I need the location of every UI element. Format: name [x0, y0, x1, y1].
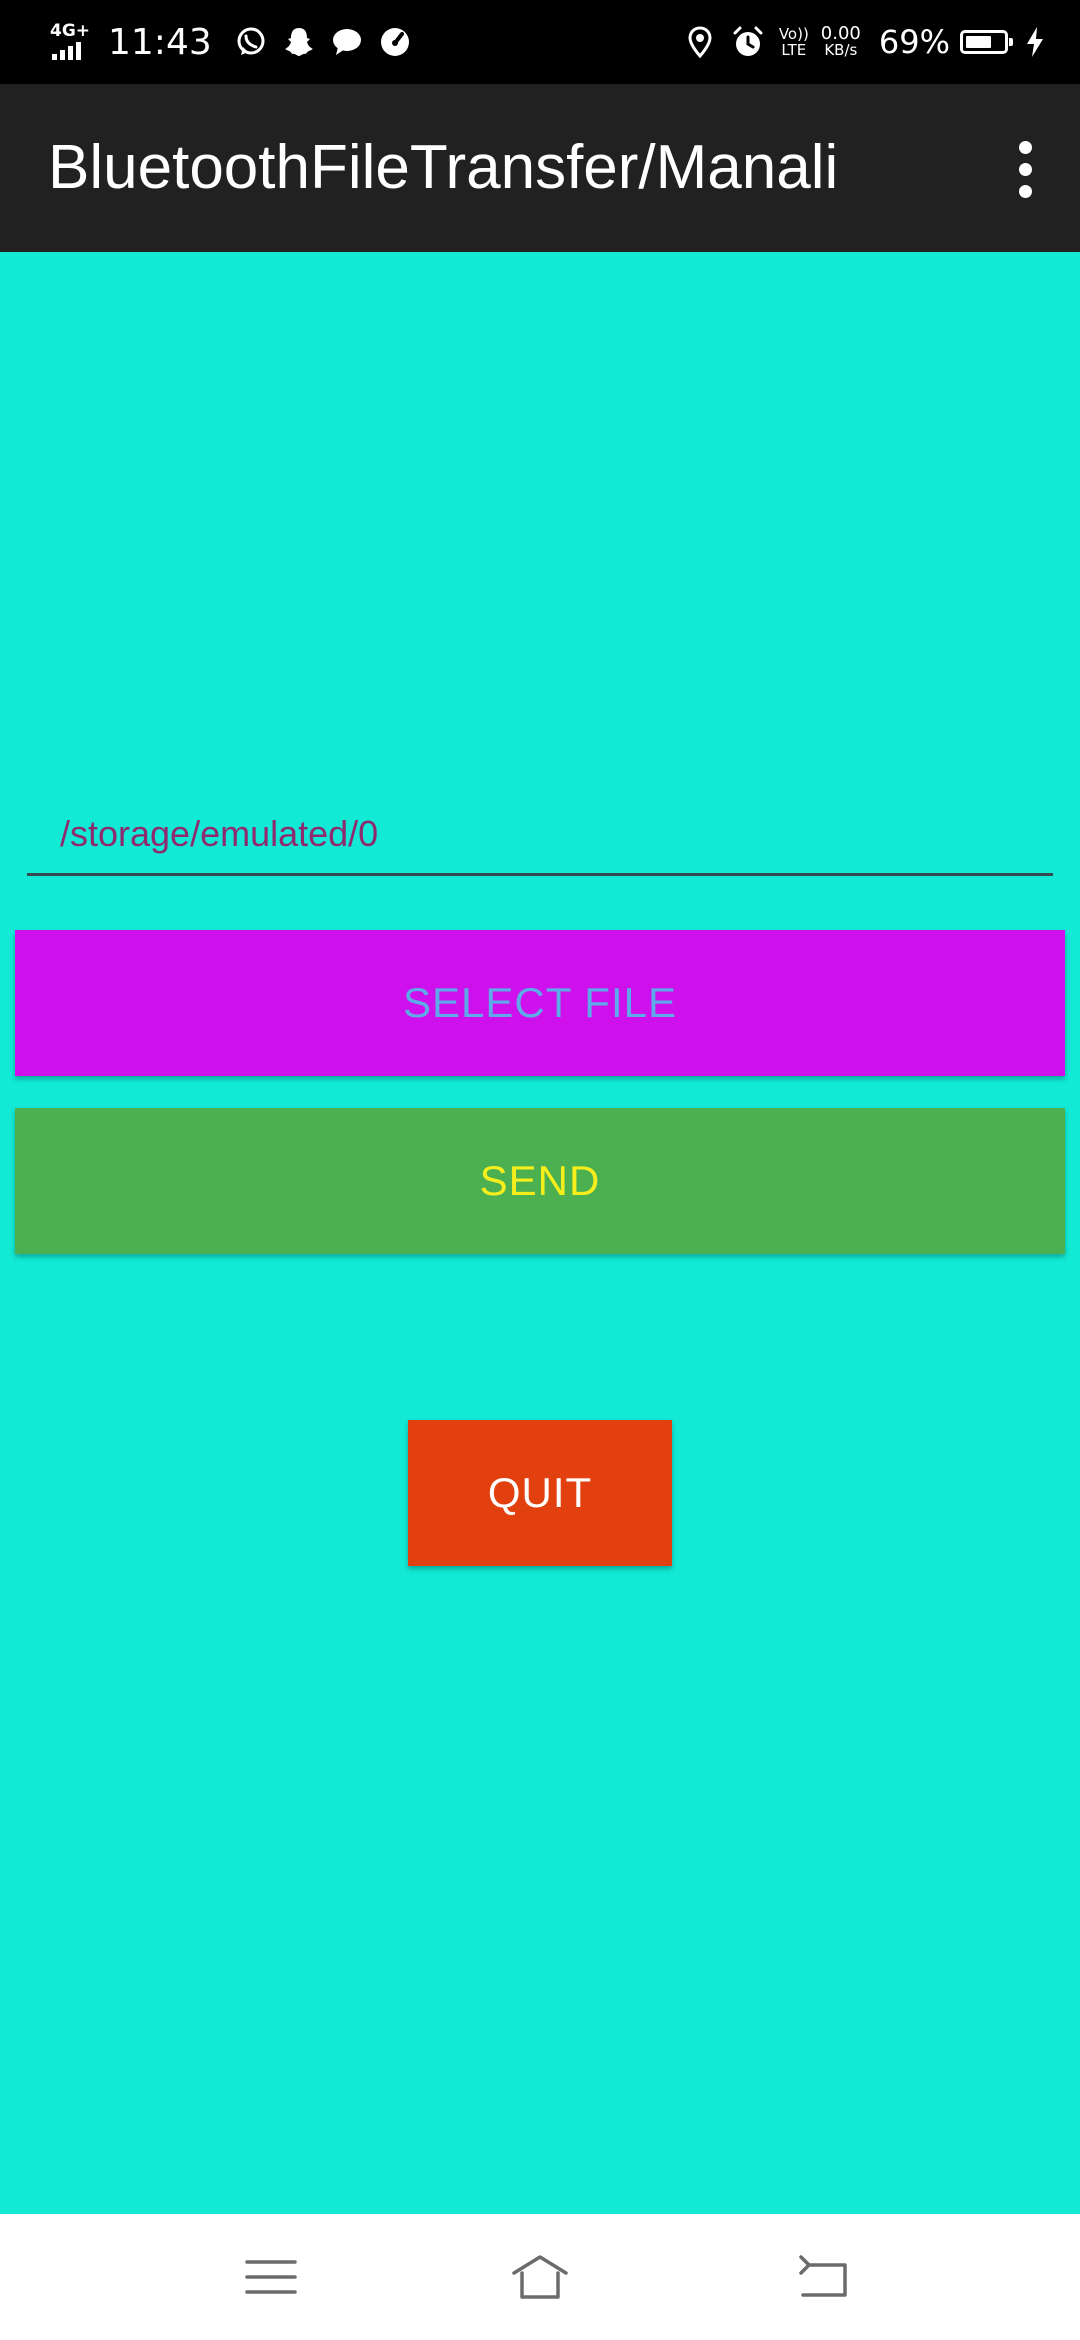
navigation-bar	[0, 2214, 1080, 2340]
status-bar-left: 4G+ 11:43	[50, 0, 426, 84]
menu-icon[interactable]	[226, 2232, 316, 2322]
app-title: BluetoothFileTransfer/Manali	[48, 133, 839, 202]
location-icon	[683, 25, 717, 59]
path-field[interactable]	[27, 796, 1053, 876]
more-vert-icon[interactable]	[990, 124, 1060, 214]
signal-4g-icon: 4G+	[50, 22, 100, 62]
quit-button[interactable]: QUIT	[408, 1420, 672, 1566]
network-speed: 0.00 KB/s	[820, 23, 861, 59]
volte-line2: LTE	[781, 41, 807, 59]
app-bar: BluetoothFileTransfer/Manali	[0, 84, 1080, 252]
battery-icon	[960, 30, 1013, 54]
status-bar-right: Vo)) LTE 0.00 KB/s 69%	[683, 0, 1046, 84]
charging-bolt-icon	[1024, 25, 1046, 59]
snapchat-icon	[282, 25, 316, 59]
whatsapp-icon	[234, 25, 268, 59]
back-icon[interactable]	[780, 2232, 870, 2322]
network-speed-value: 0.00	[820, 23, 861, 44]
volte-icon: Vo)) LTE	[779, 26, 809, 58]
chat-bubble-icon	[330, 25, 364, 59]
battery-percent: 69%	[878, 23, 950, 61]
status-bar: 4G+ 11:43 Vo)) LTE 0.00 KB/s 69%	[0, 0, 1080, 84]
status-time: 11:43	[108, 21, 212, 63]
select-file-button[interactable]: SELECT FILE	[15, 930, 1065, 1076]
alarm-icon	[731, 25, 765, 59]
network-type: 4G+	[50, 21, 91, 41]
send-button[interactable]: SEND	[15, 1108, 1065, 1254]
battery-fill	[966, 36, 991, 48]
path-input[interactable]	[60, 796, 1020, 872]
network-speed-unit: KB/s	[824, 41, 858, 59]
volte-line1: Vo))	[778, 25, 809, 43]
home-icon[interactable]	[495, 2232, 585, 2322]
speedometer-icon	[378, 25, 412, 59]
